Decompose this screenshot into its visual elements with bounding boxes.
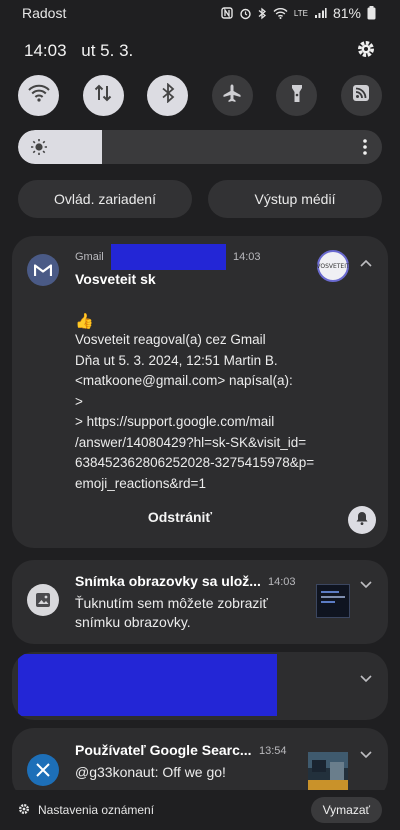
expand-chevron-down-icon[interactable] (360, 746, 372, 764)
notification-time: 14:03 (233, 251, 261, 263)
notification-body: Vosveteit reagoval(a) cez Gmail Dňa ut 5… (75, 330, 380, 494)
quick-tiles (18, 75, 382, 117)
x-logo-icon (27, 754, 59, 786)
alarm-icon (239, 7, 252, 20)
feed-icon (352, 84, 370, 107)
post-image-thumbnail[interactable] (308, 752, 348, 792)
expand-chevron-down-icon[interactable] (360, 576, 372, 594)
device-control-button[interactable]: Ovlád. zariadení (18, 180, 192, 218)
signal-icon (314, 7, 327, 19)
bluetooth-icon (161, 82, 175, 108)
notification-time: 13:54 (259, 745, 287, 757)
notification-body: @g33konaut: Off we go! (75, 764, 226, 780)
gmail-notification[interactable]: Gmail 14:03 VOSVETEIT Vosveteit sk 👍 Vos… (12, 236, 388, 548)
mobile-data-tile[interactable] (82, 75, 124, 116)
battery-percent: 81% (332, 5, 361, 21)
sun-icon (30, 138, 48, 161)
redacted-notification[interactable] (12, 652, 388, 720)
body-line: Vosveteit reagoval(a) cez Gmail (75, 332, 266, 347)
airplane-tile[interactable] (211, 75, 253, 116)
wifi-icon (27, 84, 50, 107)
notification-footer: Nastavenia oznámení Vymazať (0, 790, 400, 830)
wifi-status-icon (273, 7, 288, 19)
redacted-block (18, 654, 277, 716)
clock[interactable]: 14:03 (24, 41, 67, 60)
notification-settings-label: Nastavenia oznámení (38, 803, 155, 817)
collapse-chevron-up-icon[interactable] (360, 254, 372, 272)
status-bar: Radost LTE 81% (0, 0, 400, 26)
redacted-block (111, 244, 226, 270)
notification-time: 14:03 (268, 576, 296, 588)
body-line: /answer/14080429?hl=sk-SK&visit_id= (75, 434, 307, 450)
airplane-icon (222, 83, 242, 108)
notification-settings-link[interactable]: Nastavenia oznámení (18, 803, 154, 818)
more-vert-icon[interactable] (362, 138, 368, 161)
nfc-icon (221, 7, 233, 19)
settings-gear-icon[interactable] (356, 39, 376, 64)
body-line: 638452362806252028-3275415978&p= (75, 455, 315, 470)
snooze-bell-button[interactable] (348, 506, 376, 534)
sender-avatar: VOSVETEIT (316, 250, 350, 282)
body-line: Dňa ut 5. 3. 2024, 12:51 Martin B. (75, 352, 278, 368)
notification-body: Ťuknutím sem môžete zobraziť snímku obra… (75, 594, 268, 632)
mobile-data-icon (93, 83, 113, 108)
bluetooth-status-icon (258, 7, 267, 20)
quick-settings-header: 14:03 ut 5. 3. (24, 38, 376, 64)
clear-all-button[interactable]: Vymazať (310, 797, 382, 823)
gmail-icon (27, 254, 59, 286)
quick-actions-row: Ovlád. zariadení Výstup médií (18, 180, 382, 218)
body-line: emoji_reactions&rd=1 (75, 475, 206, 491)
carrier-name: Radost (22, 5, 67, 21)
media-output-button[interactable]: Výstup médií (208, 180, 382, 218)
bluetooth-tile[interactable] (147, 75, 189, 116)
thumbs-up-emoji: 👍 (75, 313, 94, 330)
delete-action-button[interactable]: Odstrániť (130, 509, 230, 533)
flashlight-icon (290, 83, 304, 108)
notification-title: Snímka obrazovky sa ulož... (75, 573, 261, 589)
date[interactable]: ut 5. 3. (81, 41, 133, 60)
flashlight-tile[interactable] (276, 75, 318, 116)
screenshot-thumbnail[interactable] (316, 584, 350, 618)
screenshot-notification[interactable]: Snímka obrazovky sa ulož... 14:03 Ťuknut… (12, 560, 388, 644)
expand-chevron-down-icon[interactable] (360, 670, 372, 688)
avatar-text: VOSVETEIT (316, 262, 350, 270)
gallery-icon (27, 584, 59, 616)
network-type-label: LTE (293, 8, 308, 18)
body-line: Ťuknutím sem môžete zobraziť (75, 595, 268, 611)
wifi-tile[interactable] (18, 75, 59, 116)
body-line: snímku obrazovky. (75, 614, 191, 630)
notification-title: Používateľ Google Searc... (75, 742, 252, 758)
feed-tile[interactable] (340, 75, 382, 116)
body-line: <matkoone@gmail.com> napísal(a): (75, 373, 293, 388)
body-line: > (75, 393, 83, 409)
notification-title: Vosveteit sk (75, 271, 156, 287)
small-gear-icon (18, 803, 30, 818)
status-icons: LTE 81% (221, 5, 376, 21)
app-name: Gmail (75, 251, 104, 263)
body-line: > https://support.google.com/mail (75, 414, 275, 429)
battery-icon (367, 6, 376, 20)
clock-date: 14:03 ut 5. 3. (24, 41, 133, 61)
brightness-slider[interactable] (18, 130, 382, 164)
snooze-bell-icon (354, 510, 370, 531)
